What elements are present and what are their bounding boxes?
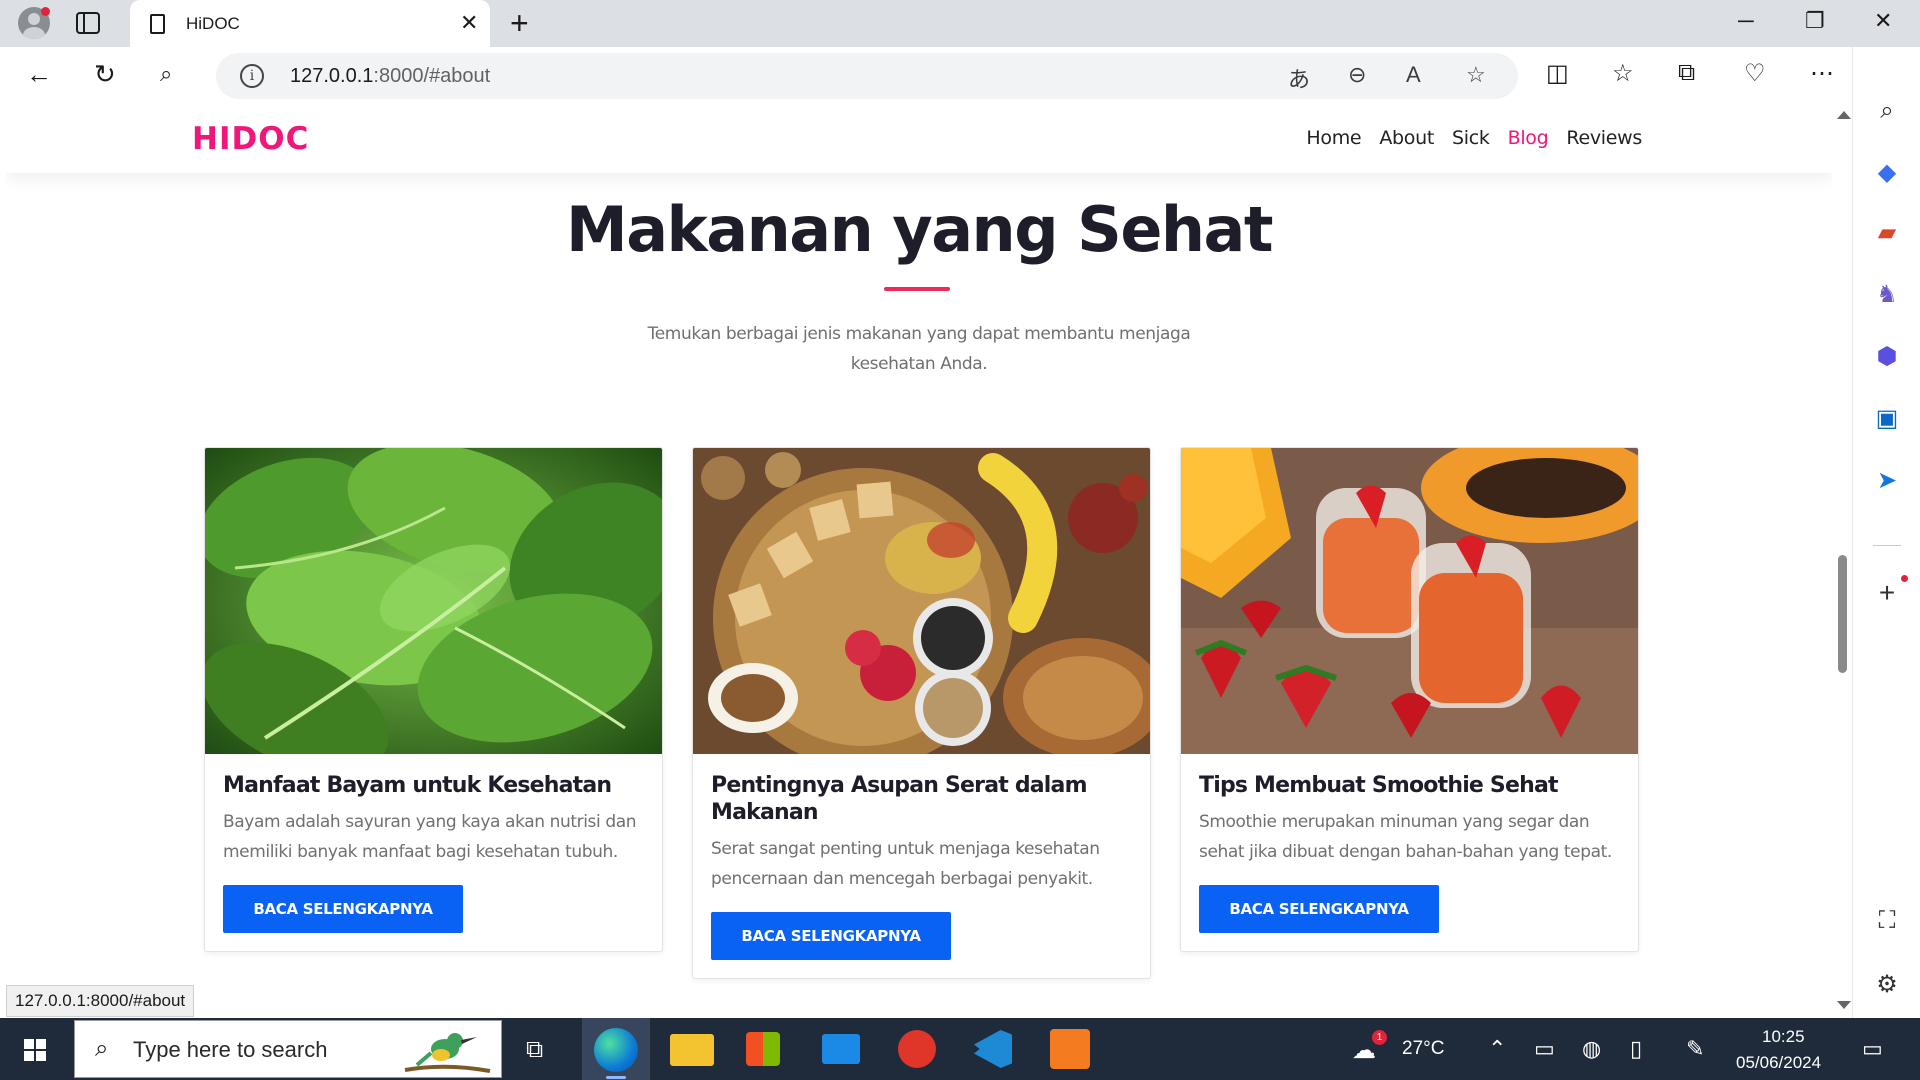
taskbar-search-placeholder: Type here to search xyxy=(133,1037,328,1062)
title-underline xyxy=(884,287,950,291)
favorite-star-icon[interactable]: ☆ xyxy=(1466,62,1486,88)
microsoft-store-icon[interactable] xyxy=(746,1032,780,1066)
notifications-icon[interactable]: ▭ xyxy=(1862,1036,1883,1062)
restore-icon[interactable]: ❐ xyxy=(1805,8,1825,34)
minimize-icon[interactable]: ─ xyxy=(1738,8,1754,34)
active-app-indicator xyxy=(606,1076,626,1079)
link-status-tooltip: 127.0.0.1:8000/#about xyxy=(6,985,195,1017)
read-more-button[interactable]: BACA SELENGKAPNYA xyxy=(223,885,463,933)
start-button-icon[interactable] xyxy=(24,1039,46,1061)
section-subtitle: Temukan berbagai jenis makanan yang dapa… xyxy=(647,324,1191,374)
tab-title: HiDOC xyxy=(186,14,240,33)
split-screen-icon[interactable]: ◫ xyxy=(1546,59,1569,88)
card-title: Manfaat Bayam untuk Kesehatan xyxy=(223,773,612,798)
tab-actions-icon[interactable] xyxy=(76,12,100,34)
nav-sick[interactable]: Sick xyxy=(1452,127,1490,149)
page-scrollbar[interactable] xyxy=(1832,105,1852,1018)
site-logo[interactable]: HIDOC xyxy=(192,121,309,157)
sidebar-screenshot-icon[interactable]: ⛶ xyxy=(1873,907,1901,935)
search-highlight-bird-icon xyxy=(404,1033,491,1073)
file-explorer-icon[interactable] xyxy=(670,1034,714,1066)
browser-toolbar: ← ↻ ⌕ i 127.0.0.1:8000/#about あ ⊖ A ☆ ◫ … xyxy=(0,47,1920,105)
wps-office-icon[interactable] xyxy=(898,1030,936,1068)
edge-sidebar: ⌕ ◆ ▰ ♞ ⬢ ▣ ➤ + ⛶ ⚙ xyxy=(1852,47,1920,1018)
page-viewport: HIDOC Home About Sick Blog Reviews Makan… xyxy=(6,105,1832,1018)
translate-icon[interactable]: あ xyxy=(1288,62,1310,94)
scroll-down-icon[interactable] xyxy=(1837,1001,1851,1009)
sidebar-settings-icon[interactable]: ⚙ xyxy=(1873,971,1901,999)
sidebar-microsoft365-icon[interactable]: ⬢ xyxy=(1873,343,1901,371)
browser-essentials-icon[interactable]: ♡ xyxy=(1744,59,1766,88)
battery-icon[interactable]: ▭ xyxy=(1534,1036,1555,1062)
site-header: HIDOC Home About Sick Blog Reviews xyxy=(6,105,1832,173)
task-view-icon[interactable]: ⧉ xyxy=(526,1036,543,1064)
card-text: Smoothie merupakan minuman yang segar da… xyxy=(1199,812,1612,862)
search-icon: ⌕ xyxy=(95,1035,109,1062)
more-menu-icon[interactable]: ⋯ xyxy=(1810,59,1834,88)
collections-icon[interactable]: ⧉ xyxy=(1678,59,1695,87)
refresh-icon[interactable]: ↻ xyxy=(94,59,116,89)
window-close-icon[interactable]: ✕ xyxy=(1874,8,1892,34)
sidebar-send-icon[interactable]: ➤ xyxy=(1873,467,1901,495)
edge-app-icon[interactable] xyxy=(594,1028,638,1072)
profile-notification-dot xyxy=(41,7,50,16)
sidebar-add-dot xyxy=(1901,575,1908,582)
sidebar-add-icon[interactable]: + xyxy=(1873,579,1901,607)
site-nav: Home About Sick Blog Reviews xyxy=(1306,127,1642,149)
meet-now-icon[interactable]: ▯ xyxy=(1630,1036,1642,1062)
sidebar-outlook-icon[interactable]: ▣ xyxy=(1873,405,1901,433)
site-info-icon[interactable]: i xyxy=(240,64,264,88)
nav-reviews[interactable]: Reviews xyxy=(1566,127,1642,149)
fiber-food-image xyxy=(693,448,1150,754)
blog-card: Pentingnya Asupan Serat dalam Makanan Se… xyxy=(692,447,1151,979)
section-title: Makanan yang Sehat xyxy=(566,193,1273,266)
browser-tab-bar: HiDOC ✕ + ─ ❐ ✕ xyxy=(0,0,1920,47)
address-url[interactable]: 127.0.0.1:8000/#about xyxy=(290,65,490,88)
new-tab-icon[interactable]: + xyxy=(510,5,529,42)
sidebar-separator xyxy=(1873,545,1901,546)
sidebar-search-icon[interactable]: ⌕ xyxy=(1873,97,1901,125)
mail-icon[interactable] xyxy=(822,1034,860,1064)
scroll-thumb[interactable] xyxy=(1838,555,1847,673)
sidebar-tools-icon[interactable]: ▰ xyxy=(1873,219,1901,247)
xampp-icon[interactable] xyxy=(1050,1029,1090,1069)
show-hidden-icons-icon[interactable]: ⌃ xyxy=(1488,1036,1506,1062)
favorites-icon[interactable]: ☆ xyxy=(1612,59,1634,88)
read-more-button[interactable]: BACA SELENGKAPNYA xyxy=(711,912,951,960)
tab-active[interactable]: HiDOC ✕ xyxy=(130,0,490,47)
weather-badge: 1 xyxy=(1372,1030,1387,1045)
pen-icon[interactable]: ✎ xyxy=(1686,1036,1704,1062)
back-arrow-icon[interactable]: ← xyxy=(26,59,52,89)
card-title: Tips Membuat Smoothie Sehat xyxy=(1199,773,1559,798)
clock-date[interactable]: 05/06/2024 xyxy=(1736,1053,1821,1073)
nav-blog[interactable]: Blog xyxy=(1508,127,1549,149)
sidebar-shopping-icon[interactable]: ◆ xyxy=(1873,159,1901,187)
windows-taskbar: ⌕ Type here to search ⧉ ☁ 1 27°C ⌃ ▭ ◍ ▯… xyxy=(0,1018,1920,1080)
tab-close-icon[interactable]: ✕ xyxy=(460,10,478,36)
page-icon xyxy=(150,14,165,34)
read-more-button[interactable]: BACA SELENGKAPNYA xyxy=(1199,885,1439,933)
smoothie-image xyxy=(1181,448,1638,754)
sidebar-games-icon[interactable]: ♞ xyxy=(1873,281,1901,309)
spinach-image xyxy=(205,448,662,754)
zoom-out-icon[interactable]: ⊖ xyxy=(1348,62,1366,88)
blog-card: Manfaat Bayam untuk Kesehatan Bayam adal… xyxy=(204,447,663,952)
nav-home[interactable]: Home xyxy=(1306,127,1361,149)
card-text: Bayam adalah sayuran yang kaya akan nutr… xyxy=(223,812,637,862)
blog-card: Tips Membuat Smoothie Sehat Smoothie mer… xyxy=(1180,447,1639,952)
weather-temp[interactable]: 27°C xyxy=(1402,1038,1444,1060)
vscode-icon[interactable] xyxy=(974,1030,1012,1068)
read-aloud-icon[interactable]: A xyxy=(1406,62,1421,88)
nav-about[interactable]: About xyxy=(1379,127,1434,149)
search-icon[interactable]: ⌕ xyxy=(160,59,172,89)
scroll-up-icon[interactable] xyxy=(1837,111,1851,119)
card-title: Pentingnya Asupan Serat dalam Makanan xyxy=(711,773,1088,825)
clock-time[interactable]: 10:25 xyxy=(1762,1027,1805,1047)
network-globe-icon[interactable]: ◍ xyxy=(1582,1036,1601,1062)
taskbar-search-box[interactable]: ⌕ Type here to search xyxy=(74,1020,502,1078)
address-bar[interactable]: i 127.0.0.1:8000/#about あ ⊖ A ☆ xyxy=(216,53,1518,99)
card-text: Serat sangat penting untuk menjaga keseh… xyxy=(711,839,1100,889)
